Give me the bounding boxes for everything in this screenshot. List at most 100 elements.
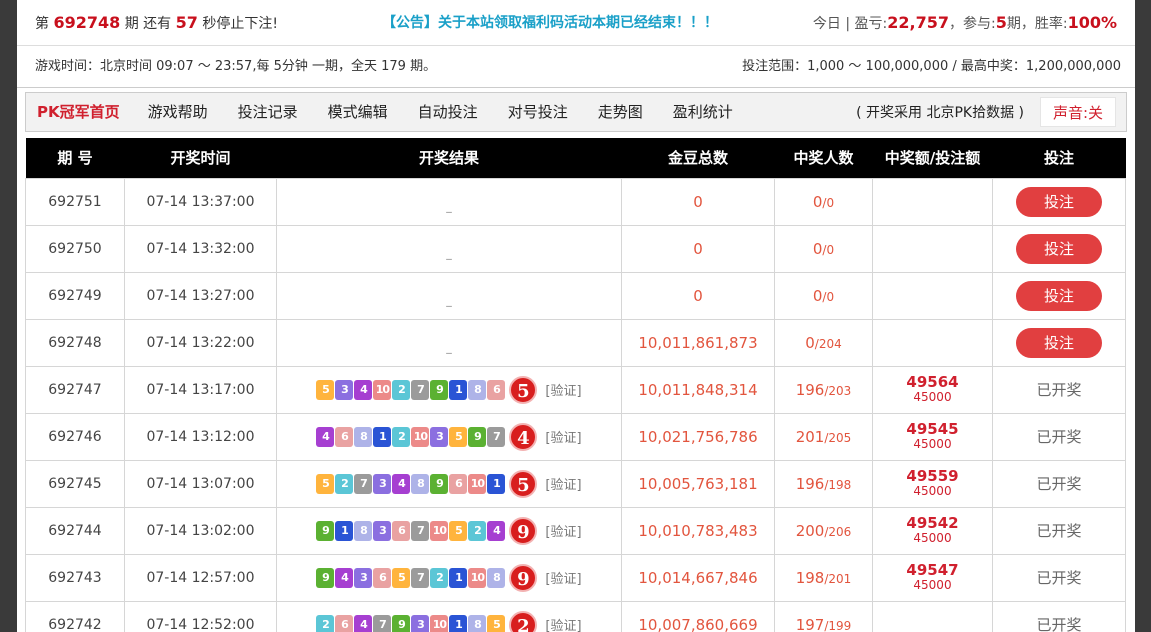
result-cell: 9 1 8 3 6 7 10 5 2 4 9 [验证] [276, 506, 622, 555]
ball: 1 [449, 567, 468, 588]
bet-button[interactable]: 投注 [1016, 233, 1102, 264]
winners-cell: 196/198 [774, 459, 873, 508]
ball: 4 [354, 379, 373, 400]
prize-cell [872, 600, 993, 632]
nav-mode-edit[interactable]: 模式编辑 [313, 93, 403, 131]
ball: 4 [487, 520, 506, 541]
pending-result: _ [446, 246, 452, 260]
col-prize-ratio: 中奖额/投注额 [872, 138, 993, 178]
ball: 7 [487, 426, 506, 447]
nav-auto-bet[interactable]: 自动投注 [403, 93, 493, 131]
total-cell: 10,011,848,314 [621, 365, 775, 414]
winners-cell: 0/0 [774, 224, 873, 273]
col-time: 开奖时间 [124, 138, 277, 178]
period-cell: 692748 [25, 318, 125, 367]
profit-label: 今日 | 盈亏: [812, 15, 888, 32]
action-cell: 已开奖 [992, 412, 1126, 461]
sum-ball: 9 [509, 516, 538, 545]
ball: 1 [449, 614, 468, 632]
winners-count: 200 [795, 521, 825, 540]
draw-table: 期 号 开奖时间 开奖结果 金豆总数 中奖人数 中奖额/投注额 投注 69275… [25, 138, 1126, 632]
table-row: 692748 07-14 13:22:00 _ 10,011,861,873 0/204… [25, 318, 1126, 367]
page: 第 692748 期 还有 57 秒停止下注! 【公告】关于本站领取福利码活动本… [17, 0, 1135, 632]
nav-bet-records[interactable]: 投注记录 [223, 93, 313, 131]
col-total: 金豆总数 [621, 138, 775, 178]
bet-range-text: 投注范围：1,000 ～ 100,000,000 / 最高中奖：1,200,00… [742, 59, 1121, 74]
joined-label: ，参与: [948, 15, 996, 32]
game-time-text: 游戏时间：北京时间 09:07 ～ 23:57,每 5分钟 一期，全天 179 … [35, 59, 437, 74]
action-cell: 已开奖 [992, 506, 1126, 555]
winners-count: 0 [812, 286, 823, 305]
ball: 6 [449, 473, 468, 494]
ball: 1 [335, 520, 354, 541]
current-period: 692748 [53, 13, 121, 32]
result-cell: _ [276, 271, 622, 320]
ball: 2 [392, 426, 411, 447]
profit-value: 22,757 [887, 12, 949, 32]
drawn-status: 已开奖 [1036, 428, 1082, 446]
ball: 3 [354, 567, 373, 588]
drawn-status: 已开奖 [1036, 475, 1082, 493]
sum-ball: 5 [509, 469, 538, 498]
time-cell: 07-14 13:17:00 [124, 365, 277, 414]
nav-trend-chart[interactable]: 走势图 [583, 93, 658, 131]
time-cell: 07-14 13:22:00 [124, 318, 277, 367]
total-cell: 10,011,861,873 [621, 318, 775, 367]
ball: 6 [335, 614, 354, 632]
draw-balls: 5 2 7 3 4 8 9 6 10 1 5 [验证] [277, 469, 621, 498]
prize-cell [872, 271, 993, 320]
verify-link[interactable]: [验证] [545, 380, 581, 399]
verify-link[interactable]: [验证] [545, 521, 581, 540]
participants-count: /201 [824, 571, 852, 586]
winners-count: 197 [795, 615, 825, 632]
prize-cell: 49559 45000 [872, 459, 993, 508]
nav-help[interactable]: 游戏帮助 [133, 93, 223, 131]
total-cell: 10,007,860,669 [621, 600, 775, 632]
result-cell: 4 6 8 1 2 10 3 5 9 7 4 [验证] [276, 412, 622, 461]
participants-count: /0 [822, 242, 835, 257]
winners-count: 0 [805, 333, 815, 352]
draw-balls: 4 6 8 1 2 10 3 5 9 7 4 [验证] [277, 422, 621, 451]
ball: 4 [354, 614, 373, 632]
ball: 5 [316, 473, 335, 494]
verify-link[interactable]: [验证] [545, 568, 581, 587]
time-cell: 07-14 13:12:00 [124, 412, 277, 461]
sound-toggle[interactable]: 声音:关 [1040, 97, 1116, 127]
time-cell: 07-14 13:32:00 [124, 224, 277, 273]
nav-profit-stats[interactable]: 盈利统计 [658, 93, 748, 131]
result-cell: 2 6 4 7 9 3 10 1 8 5 2 [验证] [276, 600, 622, 632]
table-row: 692742 07-14 12:52:00 2 6 4 7 9 3 10 1 8 5 2 [验证] 10,0… [25, 600, 1126, 632]
nav-home[interactable]: PK冠军首页 [26, 93, 133, 131]
ball: 10 [468, 567, 487, 588]
announcement-link[interactable]: 【公告】关于本站领取福利码活动本期已经结束！！！ [382, 0, 718, 46]
bet-button[interactable]: 投注 [1016, 327, 1102, 358]
ball: 10 [430, 520, 449, 541]
main-nav: PK冠军首页 游戏帮助 投注记录 模式编辑 自动投注 对号投注 走势图 盈利统计… [25, 92, 1127, 132]
winners-count: 198 [795, 568, 825, 587]
ball: 5 [449, 520, 468, 541]
result-cell: 9 4 3 6 5 7 2 1 10 8 9 [验证] [276, 553, 622, 602]
sum-ball: 4 [509, 422, 538, 451]
verify-link[interactable]: [验证] [545, 615, 581, 632]
prize-amount: 49564 [906, 372, 959, 391]
prize-cell: 49547 45000 [872, 553, 993, 602]
draw-balls: 9 1 8 3 6 7 10 5 2 4 9 [验证] [277, 516, 621, 545]
verify-link[interactable]: [验证] [545, 427, 581, 446]
bet-button[interactable]: 投注 [1016, 186, 1102, 217]
total-cell: 10,005,763,181 [621, 459, 775, 508]
result-cell: _ [276, 224, 622, 273]
nav-number-bet[interactable]: 对号投注 [493, 93, 583, 131]
total-cell: 10,010,783,483 [621, 506, 775, 555]
ball: 3 [335, 379, 354, 400]
result-cell: _ [276, 177, 622, 226]
bet-button[interactable]: 投注 [1016, 280, 1102, 311]
col-period: 期 号 [25, 138, 125, 178]
prize-amount: 49559 [906, 466, 959, 485]
prize-cell: 49545 45000 [872, 412, 993, 461]
period-cell: 692746 [25, 412, 125, 461]
sum-ball: 2 [509, 610, 538, 632]
ball: 6 [392, 520, 411, 541]
verify-link[interactable]: [验证] [545, 474, 581, 493]
col-winners: 中奖人数 [774, 138, 873, 178]
ball: 9 [316, 520, 335, 541]
